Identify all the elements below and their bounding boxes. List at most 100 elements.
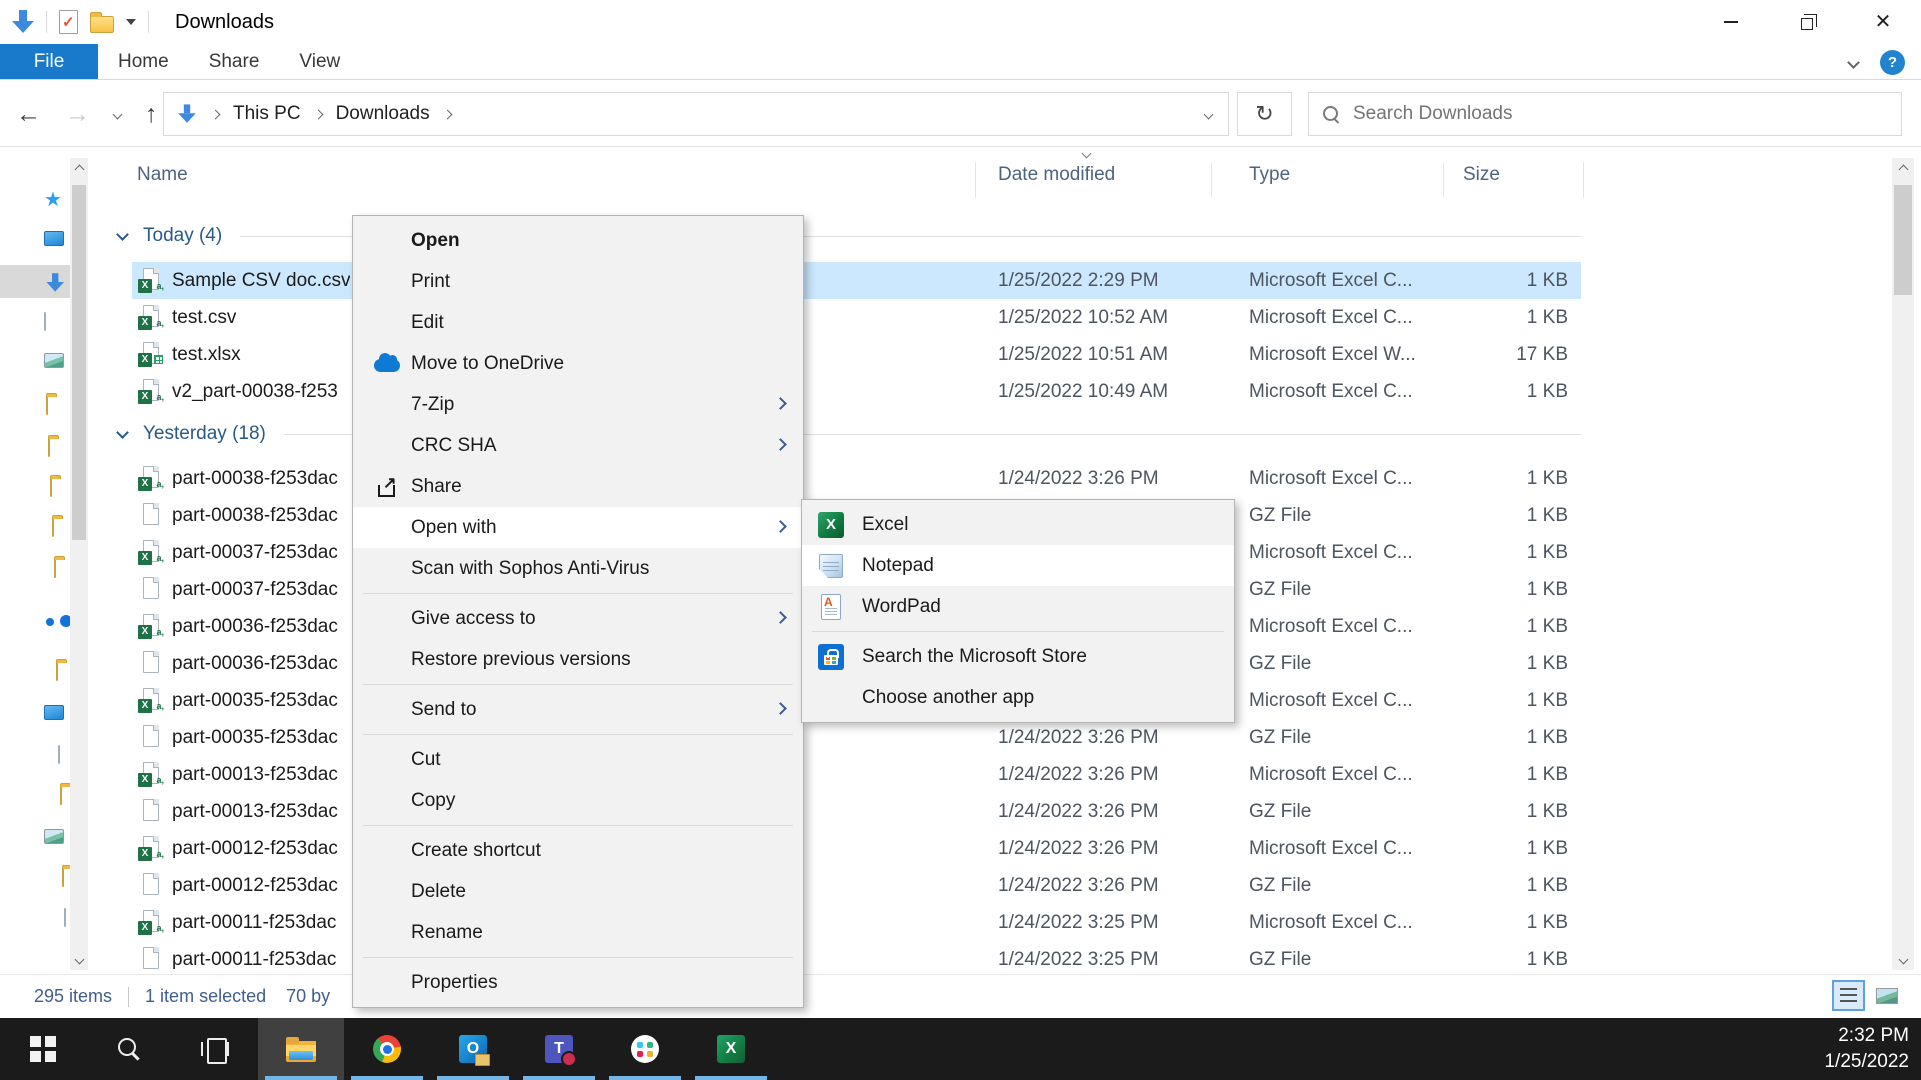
- file-row[interactable]: Xtest.xlsx1/25/2022 10:51 AMMicrosoft Ex…: [132, 336, 1581, 373]
- large-icons-view-button[interactable]: [1870, 980, 1903, 1011]
- scrollbar-thumb[interactable]: [72, 185, 86, 540]
- taskbar-search-button[interactable]: [86, 1018, 172, 1080]
- scroll-up-icon[interactable]: [70, 158, 88, 180]
- file-row[interactable]: Xa,v2_part-00038-f2531/25/2022 10:49 AMM…: [132, 373, 1581, 410]
- menu-item-give-access-to[interactable]: Give access to: [353, 598, 803, 639]
- file-row[interactable]: Xa,part-00011-f253dac1/24/2022 3:25 PMMi…: [132, 904, 1581, 941]
- restore-button[interactable]: [1769, 0, 1845, 44]
- new-folder-icon[interactable]: [90, 16, 114, 33]
- menu-item-rename[interactable]: Rename: [353, 912, 803, 953]
- sidebar-scrollbar[interactable]: [70, 158, 88, 970]
- tab-share[interactable]: Share: [189, 44, 280, 79]
- menu-item-restore-previous-versions[interactable]: Restore previous versions: [353, 639, 803, 680]
- help-button[interactable]: ?: [1880, 50, 1905, 75]
- group-collapse-icon[interactable]: [116, 426, 129, 439]
- menu-item-open[interactable]: Open: [353, 220, 803, 261]
- menu-item-open-with[interactable]: Open with: [353, 507, 803, 548]
- scroll-up-icon[interactable]: [1892, 158, 1914, 180]
- taskbar-chrome-button[interactable]: [344, 1018, 430, 1080]
- recent-locations-icon[interactable]: [113, 109, 123, 119]
- file-row[interactable]: Xa,part-00013-f253dac1/24/2022 3:26 PMMi…: [132, 756, 1581, 793]
- sidebar-item-pictures-icon[interactable]: [44, 829, 64, 844]
- sidebar-item-pictures-icon[interactable]: [44, 353, 64, 368]
- breadcrumb-separator-icon[interactable]: [211, 109, 221, 119]
- group-header[interactable]: Yesterday (18): [98, 412, 1581, 456]
- file-row[interactable]: part-00035-f253dac1/24/2022 3:26 PMGZ Fi…: [132, 719, 1581, 756]
- ribbon-collapse-icon[interactable]: [1847, 56, 1860, 69]
- group-header[interactable]: Today (4): [98, 214, 1581, 258]
- search-box[interactable]: [1308, 92, 1902, 136]
- taskbar-outlook-button[interactable]: [430, 1018, 516, 1080]
- address-dropdown-icon[interactable]: [1204, 109, 1214, 119]
- customize-toolbar-caret-icon[interactable]: [126, 19, 136, 25]
- taskbar-start-button[interactable]: [0, 1018, 86, 1080]
- menu-item-scan-with-sophos-anti-virus[interactable]: Scan with Sophos Anti-Virus: [353, 548, 803, 589]
- submenu-item-excel[interactable]: Excel: [802, 504, 1234, 545]
- details-view-button[interactable]: [1832, 980, 1865, 1011]
- scroll-down-icon[interactable]: [70, 948, 88, 970]
- file-row[interactable]: part-00011-f253dac1/24/2022 3:25 PMGZ Fi…: [132, 941, 1581, 974]
- menu-item-7-zip[interactable]: 7-Zip: [353, 384, 803, 425]
- refresh-button[interactable]: ↻: [1237, 92, 1292, 136]
- sidebar-item-folder-icon[interactable]: [56, 662, 58, 681]
- minimize-button[interactable]: [1693, 0, 1769, 44]
- search-input[interactable]: [1353, 103, 1889, 125]
- submenu-item-search-the-microsoft-store[interactable]: Search the Microsoft Store: [802, 636, 1234, 677]
- taskbar-file-explorer-button[interactable]: [258, 1018, 344, 1080]
- menu-item-move-to-onedrive[interactable]: Move to OneDrive: [353, 343, 803, 384]
- tab-home[interactable]: Home: [98, 44, 189, 79]
- sidebar-item-documents-icon[interactable]: [44, 312, 46, 331]
- sidebar-item-folder-icon[interactable]: [52, 518, 54, 537]
- sidebar-item-folder-icon[interactable]: [54, 559, 56, 578]
- file-row[interactable]: part-00012-f253dac1/24/2022 3:26 PMGZ Fi…: [132, 867, 1581, 904]
- sidebar-item-folder-icon[interactable]: [62, 868, 64, 887]
- menu-item-share[interactable]: Share: [353, 466, 803, 507]
- breadcrumb-this-pc[interactable]: This PC: [233, 103, 301, 125]
- submenu-item-choose-another-app[interactable]: Choose another app: [802, 677, 1234, 718]
- menu-item-copy[interactable]: Copy: [353, 780, 803, 821]
- menu-item-properties[interactable]: Properties: [353, 962, 803, 1003]
- sidebar-item-this-pc-icon[interactable]: [44, 705, 64, 720]
- file-row[interactable]: Xa,test.csv1/25/2022 10:52 AMMicrosoft E…: [132, 299, 1581, 336]
- taskbar-slack-button[interactable]: [602, 1018, 688, 1080]
- submenu-item-notepad[interactable]: Notepad: [802, 545, 1234, 586]
- menu-item-send-to[interactable]: Send to: [353, 689, 803, 730]
- address-bar[interactable]: This PC Downloads: [163, 92, 1229, 136]
- sidebar-item-documents-icon[interactable]: [58, 745, 60, 764]
- tab-view[interactable]: View: [279, 44, 360, 79]
- file-row[interactable]: Xa,part-00038-f253dac1/24/2022 3:26 PMMi…: [132, 460, 1581, 497]
- close-button[interactable]: ✕: [1845, 0, 1921, 44]
- menu-item-create-shortcut[interactable]: Create shortcut: [353, 830, 803, 871]
- file-list-scrollbar[interactable]: [1892, 158, 1914, 970]
- sidebar-item-desktop-icon[interactable]: [44, 231, 64, 246]
- sidebar-item-documents-icon[interactable]: [64, 908, 66, 927]
- breadcrumb-downloads[interactable]: Downloads: [336, 103, 430, 125]
- properties-check-icon[interactable]: [59, 10, 78, 34]
- menu-item-delete[interactable]: Delete: [353, 871, 803, 912]
- menu-item-print[interactable]: Print: [353, 261, 803, 302]
- taskbar-clock[interactable]: 2:32 PM 1/25/2022: [1824, 1023, 1909, 1075]
- forward-button[interactable]: →: [65, 102, 90, 127]
- breadcrumb-separator-icon[interactable]: [442, 109, 452, 119]
- sidebar-item-folder-icon[interactable]: [50, 478, 52, 497]
- group-collapse-icon[interactable]: [116, 228, 129, 241]
- menu-item-crc-sha[interactable]: CRC SHA: [353, 425, 803, 466]
- sidebar-item-folder-icon[interactable]: [46, 396, 48, 415]
- back-button[interactable]: ←: [16, 102, 41, 127]
- breadcrumb-separator-icon[interactable]: [313, 109, 323, 119]
- menu-item-cut[interactable]: Cut: [353, 739, 803, 780]
- scrollbar-thumb[interactable]: [1894, 185, 1912, 295]
- file-row[interactable]: Xa,Sample CSV doc.csv1/25/2022 2:29 PMMi…: [132, 262, 1581, 299]
- taskbar-task-view-button[interactable]: [172, 1018, 258, 1080]
- file-row[interactable]: Xa,part-00012-f253dac1/24/2022 3:26 PMMi…: [132, 830, 1581, 867]
- sidebar-item-downloads-icon[interactable]: [46, 273, 65, 291]
- sidebar-item-quick-access-star-icon[interactable]: ★: [44, 189, 68, 211]
- taskbar-excel-button[interactable]: [688, 1018, 774, 1080]
- submenu-item-wordpad[interactable]: WordPad: [802, 586, 1234, 627]
- menu-item-edit[interactable]: Edit: [353, 302, 803, 343]
- sidebar-item-folder-icon[interactable]: [60, 786, 62, 805]
- taskbar-teams-button[interactable]: [516, 1018, 602, 1080]
- up-button[interactable]: ↑: [145, 102, 158, 127]
- sidebar-item-folder-icon[interactable]: [48, 438, 50, 457]
- scroll-down-icon[interactable]: [1892, 948, 1914, 970]
